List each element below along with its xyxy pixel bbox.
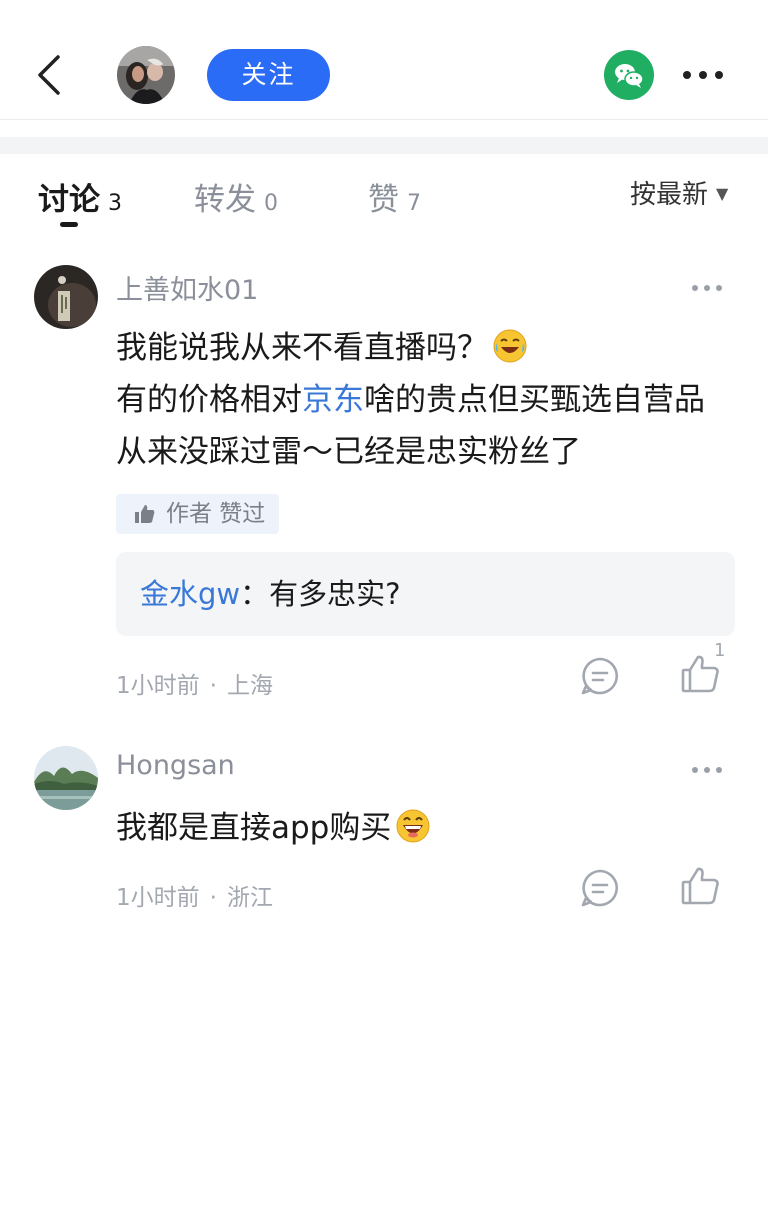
topic-link[interactable]: 京东 (302, 382, 364, 418)
comment-more-button[interactable] (690, 762, 724, 776)
tab-count: 0 (264, 191, 278, 216)
comment-location: 浙江 (226, 885, 273, 911)
more-options-button[interactable] (680, 60, 726, 90)
caret-down-icon: ▼ (716, 184, 729, 203)
commenter-name[interactable]: 上善如水01 (116, 268, 258, 307)
like-button[interactable] (680, 865, 722, 907)
comment-item: 上善如水01 我能说我从来不看直播吗？ 有的价格相对京东啥的贵点但买甄选自营品从… (0, 262, 768, 702)
top-bar: 关注 (0, 0, 768, 120)
wechat-share-button[interactable] (604, 50, 654, 100)
reply-username[interactable]: 金水gw (140, 577, 240, 611)
comment-time: 1小时前 (116, 673, 200, 699)
tab-count: 7 (407, 191, 421, 216)
comment-time: 1小时前 (116, 885, 200, 911)
tab-likes[interactable]: 赞7 (368, 174, 421, 218)
comment-location: 上海 (226, 673, 273, 699)
follow-button[interactable]: 关注 (207, 49, 330, 101)
tab-repost[interactable]: 转发 0 (194, 174, 278, 218)
author-liked-badge: 作者 赞过 (116, 494, 280, 534)
author-avatar[interactable] (117, 46, 175, 104)
reply-button[interactable] (580, 868, 620, 908)
comment-meta: 1小时前 · 浙江 (116, 885, 273, 911)
thumbs-up-outline-icon (681, 867, 719, 905)
laugh-cry-emoji-icon (493, 329, 527, 363)
author-liked-label: 作者 赞过 (166, 501, 266, 527)
grinning-emoji-icon (396, 809, 430, 843)
tab-label: 转发 (194, 182, 256, 218)
reply-separator: ： (240, 577, 270, 611)
tab-discussion[interactable]: 讨论 3 (38, 174, 122, 218)
tab-bar: 讨论 3 转发 0 赞7 按最新 ▼ (0, 154, 768, 234)
sort-dropdown[interactable]: 按最新 ▼ (630, 174, 728, 210)
comment-text: 我能说我从来不看直播吗？ 有的价格相对京东啥的贵点但买甄选自营品从来没踩过雷～已… (116, 322, 716, 478)
comment-text-line: 我都是直接app购买 (116, 810, 392, 846)
comment-more-button[interactable] (690, 280, 724, 294)
thumbs-up-icon (135, 505, 155, 523)
comments-page: 关注 讨论 3 转发 0 赞 7 按最新 ▼ 上善如水01 我能说我从来不看直播… (0, 0, 768, 1225)
tab-label: 讨论 (38, 182, 100, 218)
chevron-left-icon (38, 55, 60, 95)
like-count: 1 (714, 640, 726, 661)
section-divider (0, 137, 768, 154)
wechat-icon (615, 64, 644, 88)
reply-text: 有多忠实? (269, 577, 401, 611)
commenter-avatar[interactable] (34, 265, 98, 329)
more-dots-icon (692, 285, 722, 291)
comment-text-segment: 有的价格相对 (116, 382, 302, 418)
sort-label: 按最新 (630, 180, 709, 210)
tab-count: 3 (108, 191, 122, 216)
reply-button[interactable] (580, 656, 620, 696)
active-tab-indicator (60, 222, 78, 227)
comment-item: Hongsan 我都是直接app购买 1小时前 · 浙江 (0, 744, 768, 924)
back-button[interactable] (30, 52, 70, 98)
more-dots-icon (683, 71, 723, 79)
reply-preview[interactable]: 金水gw：有多忠实? (116, 552, 735, 636)
comment-bubble-icon (581, 657, 619, 695)
more-dots-icon (692, 767, 722, 773)
comment-meta: 1小时前 · 上海 (116, 673, 273, 699)
commenter-avatar[interactable] (34, 746, 98, 810)
comment-text-line: 我能说我从来不看直播吗？ (116, 330, 488, 366)
tab-label: 赞 (368, 182, 399, 218)
comment-text: 我都是直接app购买 (116, 802, 716, 854)
comment-bubble-icon (581, 869, 619, 907)
commenter-name[interactable]: Hongsan (116, 750, 235, 781)
